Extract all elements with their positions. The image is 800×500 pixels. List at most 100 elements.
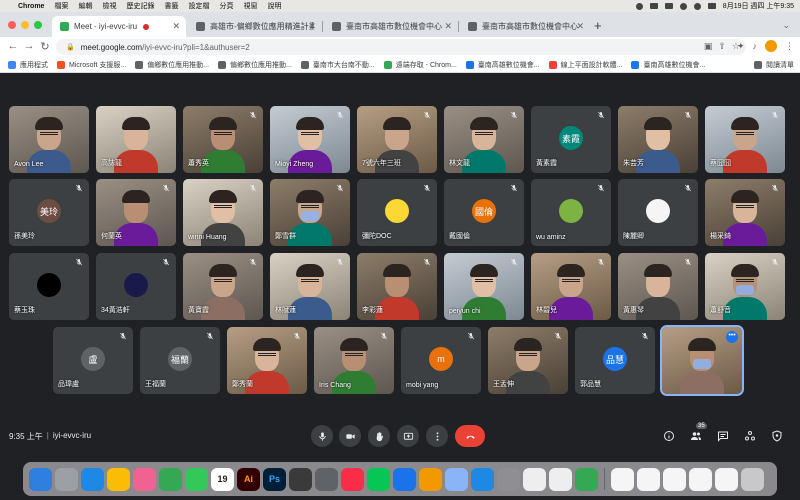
participant-tile[interactable]: 何蘭英 [96,179,176,246]
launchpad-icon[interactable] [55,467,78,491]
chrome-icon[interactable] [107,467,130,491]
music-icon[interactable] [341,467,364,491]
participant-tile[interactable]: 國倫 戴國倫 [444,179,524,246]
participant-tile[interactable]: 品慧 郭品慧 [575,327,655,394]
camera-permission-icon[interactable]: ▣ [704,41,713,52]
more-options-button[interactable] [426,425,448,447]
photoshop-icon[interactable]: Ps [263,467,286,491]
minimize-window-icon[interactable] [21,21,29,29]
safari-icon[interactable] [81,467,104,491]
reload-button[interactable]: ↻ [38,40,52,53]
meeting-details-button[interactable] [662,429,676,443]
participant-tile[interactable]: 陳麗卿 [618,179,698,246]
settings-icon[interactable] [497,467,520,491]
bookmark-apps[interactable]: 應用程式 [8,60,48,70]
menu-window[interactable]: 視窗 [243,1,257,11]
textedit-icon[interactable] [523,467,546,491]
raise-hand-button[interactable] [368,425,390,447]
microphone-button[interactable] [311,425,333,447]
tab-meet[interactable]: Meet - iyi-evvc-iru ✕ [52,16,186,37]
participant-tile[interactable]: 林賦蓮 [270,253,350,320]
media-control-icon[interactable]: ♪ [753,41,758,51]
menu-profiles[interactable]: 設定檔 [188,1,209,11]
pages-icon[interactable] [419,467,442,491]
illustrator-icon[interactable]: Ai [237,467,260,491]
address-bar[interactable]: 🔒 meet.google.com /iyi-evvc-iru?pli=1&au… [56,39,746,55]
menu-bookmarks[interactable]: 書籤 [164,1,178,11]
participant-tile[interactable]: 蕭秀英 [183,106,263,173]
close-window-icon[interactable] [8,21,16,29]
participant-tile[interactable]: 盧品瑋盧 [53,327,133,394]
participant-tile[interactable]: 7號六年三班 [357,106,437,173]
menu-tab[interactable]: 分頁 [219,1,233,11]
reading-list[interactable]: 閱讀清單 [754,60,794,70]
extensions-icon[interactable]: ✦ [737,41,745,52]
line-icon[interactable] [367,467,390,491]
present-screen-button[interactable] [397,425,419,447]
participant-tile[interactable]: 鄭雪群 [270,179,350,246]
control-center-icon[interactable] [707,3,716,9]
participant-tile[interactable]: m mobi yang [401,327,481,394]
doc3-icon[interactable] [663,467,686,491]
participant-tile[interactable]: 34黃浩軒 [96,253,176,320]
participant-tile[interactable]: 李彩蓮 [357,253,437,320]
menu-view[interactable]: 檢視 [102,1,116,11]
battery-icon[interactable] [664,3,673,9]
bookmark-real-estate[interactable]: 臺南市大台南不動... [300,60,375,70]
participants-button[interactable]: 35 [689,423,707,443]
bookmark-microsoft[interactable]: Microsoft 支援服... [57,60,126,70]
participant-tile[interactable]: 素霞 黃素霞 [531,106,611,173]
camera-status-icon[interactable] [649,3,658,9]
participant-tile[interactable]: 林碧兒 [531,253,611,320]
doc2-icon[interactable] [637,467,660,491]
chat-button[interactable] [716,429,730,443]
tab-doc-center-1[interactable]: 臺南市高雄市數位機會中心 ✕ [324,16,458,37]
participant-tile[interactable]: 黃寶霞 [183,253,263,320]
trash-icon[interactable] [741,467,764,491]
share-icon[interactable]: ⇪ [718,41,726,52]
bookmark-doc-center[interactable]: 臺南高雄數位機會... [465,60,540,70]
participant-tile[interactable]: ••• [660,325,744,396]
appstore-icon[interactable] [471,467,494,491]
notes-icon[interactable] [549,467,572,491]
participant-tile[interactable]: 鄭秀蘭 [227,327,307,394]
participant-tile[interactable]: 高誌龍 [96,106,176,173]
participant-tile[interactable]: 蕭舒音 [705,253,785,320]
doc1-icon[interactable] [611,467,634,491]
close-tab-icon[interactable]: ✕ [576,21,584,32]
bookmark-facebook[interactable]: 臺南高雄數位機會... [631,60,705,70]
finder-icon[interactable] [29,467,52,491]
preview-icon[interactable] [445,467,468,491]
tab-project[interactable]: 高雄市-偏鄉數位應用精進計畫 ✕ [188,16,322,37]
participant-tile[interactable]: 蔡玉珠 [9,253,89,320]
participant-tile[interactable]: 朱芸芳 [618,106,698,173]
calendar-icon[interactable]: 19 [211,467,234,491]
line-status-icon[interactable] [635,2,643,10]
participant-tile[interactable]: 福蘭 王福蘭 [140,327,220,394]
tab-search-icon[interactable]: ⌄ [782,20,790,31]
participant-tile[interactable]: winni Huang [183,179,263,246]
doc4-icon[interactable] [689,467,712,491]
profile-avatar[interactable] [765,40,777,52]
tab-doc-center-2[interactable]: 臺南市高雄市數位機會中心 ✕ [460,16,590,37]
search-icon[interactable] [693,2,701,10]
photos-icon[interactable] [133,467,156,491]
chrome-menu-icon[interactable]: ⋮ [785,41,794,52]
participant-tile[interactable]: 王孟伸 [488,327,568,394]
camera-button[interactable] [339,425,361,447]
menubar-clock[interactable]: 8月19日 週四 上午9:35 [723,1,794,11]
participant-tile[interactable]: 黃惠琴 [618,253,698,320]
participant-tile[interactable]: peiyun chi [444,253,524,320]
leave-call-button[interactable] [455,425,485,447]
finalcut-icon[interactable] [289,467,312,491]
numbers-icon[interactable] [575,467,598,491]
forward-button[interactable]: → [22,40,36,52]
close-tab-icon[interactable]: ✕ [444,21,452,32]
participant-tile[interactable]: 蔡囧囧 [705,106,785,173]
new-tab-button[interactable]: + [594,18,602,33]
wifi-icon[interactable] [679,2,687,10]
participant-tile[interactable]: 彌陀DOC [357,179,437,246]
participant-tile[interactable]: 楊采錡 [705,179,785,246]
menu-help[interactable]: 說明 [267,1,281,11]
participant-tile[interactable]: 美玲 孫美玲 [9,179,89,246]
